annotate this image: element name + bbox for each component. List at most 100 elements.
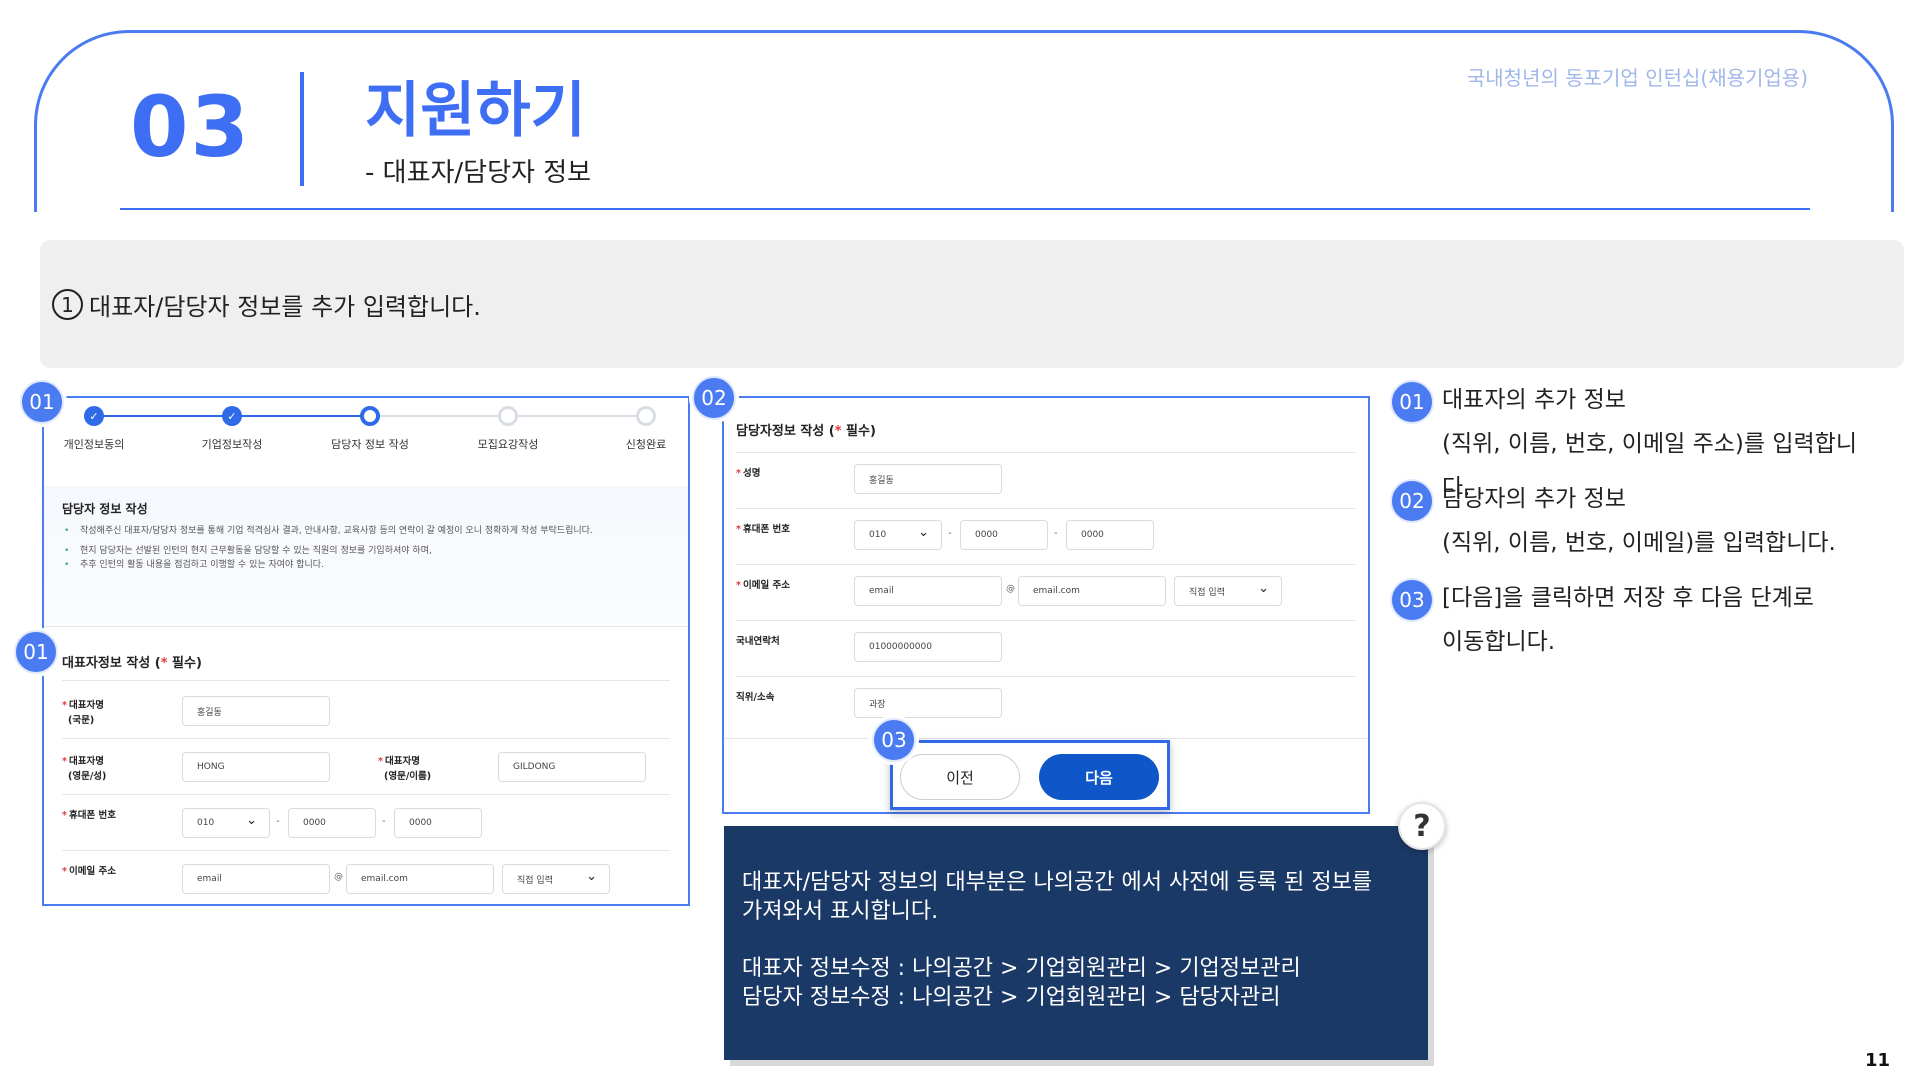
desc-badge-02: 02 <box>1390 479 1434 523</box>
mgr-position-label: 직위/소속 <box>736 692 775 703</box>
mgr-phone-prefix-select[interactable]: 010 <box>854 520 942 550</box>
form-title-text: 담당자정보 작성 ( <box>736 424 835 439</box>
navigation-buttons-box: 이전 다음 <box>890 740 1170 810</box>
header-frame <box>34 30 1894 230</box>
divider <box>44 626 688 627</box>
desc-line: 대표자의 추가 정보 <box>1442 387 1626 413</box>
mgr-email-id-input[interactable]: email <box>854 576 1002 606</box>
step-badge-01: 01 <box>20 380 64 424</box>
rep-name-kr-input[interactable]: 홍길동 <box>182 696 330 726</box>
step-4-pending-icon <box>498 406 518 426</box>
desc-line: [다음]을 클릭하면 저장 후 다음 단계로 <box>1442 585 1814 611</box>
step-2-check-icon: ✓ <box>222 406 242 426</box>
required-mark: * <box>834 424 842 439</box>
divider <box>736 564 1356 565</box>
dash: - <box>1054 528 1058 539</box>
header-frame-mask <box>0 212 1920 232</box>
step-label-5: 신청완료 <box>625 438 667 451</box>
mgr-domestic-label: 국내연락처 <box>736 636 780 647</box>
info-line-3: 대표자 정보수정 : 나의공간 > 기업회원관리 > 기업정보관리 <box>742 956 1301 981</box>
at-sign: @ <box>334 872 343 882</box>
dash: - <box>948 528 952 539</box>
step-label-2: 기업정보작성 <box>201 438 263 451</box>
header-divider <box>300 72 304 186</box>
divider <box>62 794 670 795</box>
divider <box>736 676 1356 677</box>
prev-button[interactable]: 이전 <box>900 754 1020 800</box>
mgr-phone-last-input[interactable]: 0000 <box>1066 520 1154 550</box>
info-box: 대표자/담당자 정보의 대부분은 나의공간 에서 사전에 등록 된 정보를 가져… <box>724 826 1428 1060</box>
rep-email-id-input[interactable]: email <box>182 864 330 894</box>
next-button[interactable]: 다음 <box>1039 754 1159 800</box>
divider <box>736 452 1356 453</box>
rep-phone-last-input[interactable]: 0000 <box>394 808 482 838</box>
mgr-name-label: * 성명 <box>736 468 761 479</box>
desc-line: 이동합니다. <box>1442 629 1556 655</box>
desc-badge-01: 01 <box>1390 380 1434 424</box>
rep-phone-label: * 휴대폰 번호 <box>62 810 116 821</box>
rep-phone-mid-input[interactable]: 0000 <box>288 808 376 838</box>
desc-line: (직위, 이름, 번호, 이메일)를 입력합니다. <box>1442 530 1836 556</box>
step-label-4: 모집요강작성 <box>477 438 539 451</box>
progress-stepper: ✓ ✓ 개인정보동의 기업정보작성 담당자 정보 작성 모집요강작성 신청완료 <box>44 398 688 488</box>
page-title: 지원하기 <box>365 76 586 146</box>
form-badge-01: 01 <box>14 630 58 674</box>
instruction-text: 대표자/담당자 정보를 추가 입력합니다. <box>89 293 481 321</box>
divider <box>724 738 1368 739</box>
document-label: 국내청년의 동포기업 인턴십(채용기업용) <box>1466 66 1808 90</box>
mgr-email-label: * 이메일 주소 <box>736 580 790 591</box>
mgr-email-domain-select[interactable]: 직접 입력 <box>1174 576 1282 606</box>
buttons-badge-03: 03 <box>872 718 916 762</box>
desc-text-2: 담당자의 추가 정보 (직위, 이름, 번호, 이메일)를 입력합니다. <box>1442 477 1882 565</box>
rep-email-domain-input[interactable]: email.com <box>346 864 494 894</box>
representative-form-title: 대표자정보 작성 (* 필수) <box>62 652 202 671</box>
page-subtitle: - 대표자/담당자 정보 <box>365 158 592 188</box>
notice-title: 담당자 정보 작성 <box>62 502 148 516</box>
rep-name-en-first-input[interactable]: GILDONG <box>498 752 646 782</box>
desc-badge-03: 03 <box>1390 578 1434 622</box>
desc-line: 담당자의 추가 정보 <box>1442 486 1626 512</box>
at-sign: @ <box>1006 584 1015 594</box>
step-1-check-icon: ✓ <box>84 406 104 426</box>
mgr-name-input[interactable]: 홍길동 <box>854 464 1002 494</box>
rep-email-domain-select[interactable]: 직접 입력 <box>502 864 610 894</box>
info-line-2: 가져와서 표시합니다. <box>742 899 939 924</box>
page-number: 11 <box>1864 1050 1890 1071</box>
mgr-domestic-input[interactable]: 01000000000 <box>854 632 1002 662</box>
rep-name-en-first-label: * 대표자명 (영문/이름) <box>378 756 432 782</box>
divider <box>62 850 670 851</box>
dash: - <box>382 816 386 827</box>
divider <box>62 738 670 739</box>
notice-box: 담당자 정보 작성 작성해주신 대표자/담당자 정보를 통해 기업 적격심사 결… <box>44 486 688 624</box>
instruction: 1 대표자/담당자 정보를 추가 입력합니다. <box>52 287 481 322</box>
instruction-number: 1 <box>52 289 83 320</box>
mgr-email-domain-input[interactable]: email.com <box>1018 576 1166 606</box>
info-line-1: 대표자/담당자 정보의 대부분은 나의공간 에서 사전에 등록 된 정보를 <box>742 870 1373 895</box>
form-title-text: 대표자정보 작성 ( <box>62 656 161 671</box>
representative-info-screenshot: ✓ ✓ 개인정보동의 기업정보작성 담당자 정보 작성 모집요강작성 신청완료 … <box>42 396 690 906</box>
notice-line-2: 현지 담당자는 선발된 인턴의 현지 근무활동을 담당할 수 있는 직원의 정보… <box>62 544 432 558</box>
step-3-current-icon <box>360 406 380 426</box>
mgr-phone-mid-input[interactable]: 0000 <box>960 520 1048 550</box>
rep-name-kr-label: * 대표자명 (국문) <box>62 700 104 726</box>
mgr-position-input[interactable]: 과장 <box>854 688 1002 718</box>
notice-line-1: 작성해주신 대표자/담당자 정보를 통해 기업 적격심사 결과, 안내사항, 교… <box>62 524 593 538</box>
rep-email-label: * 이메일 주소 <box>62 866 116 877</box>
step-label-1: 개인정보동의 <box>63 438 125 451</box>
rep-name-en-last-label: * 대표자명 (영문/성) <box>62 756 107 782</box>
rep-phone-prefix-select[interactable]: 010 <box>182 808 270 838</box>
mgr-phone-label: * 휴대폰 번호 <box>736 524 790 535</box>
step-label-3: 담당자 정보 작성 <box>331 438 409 451</box>
desc-text-3: [다음]을 클릭하면 저장 후 다음 단계로 이동합니다. <box>1442 576 1882 664</box>
manager-form-title: 담당자정보 작성 (* 필수) <box>736 420 876 439</box>
divider <box>62 680 670 681</box>
divider <box>736 620 1356 621</box>
section-number: 03 <box>130 78 251 176</box>
header-underline <box>120 208 1810 210</box>
notice-line-3: 추후 인턴의 활동 내용을 점검하고 이행할 수 있는 자여야 합니다. <box>62 558 324 572</box>
dash: - <box>276 816 280 827</box>
required-mark: * <box>160 656 168 671</box>
form-title-suffix: 필수) <box>167 656 202 671</box>
divider <box>736 508 1356 509</box>
rep-name-en-last-input[interactable]: HONG <box>182 752 330 782</box>
